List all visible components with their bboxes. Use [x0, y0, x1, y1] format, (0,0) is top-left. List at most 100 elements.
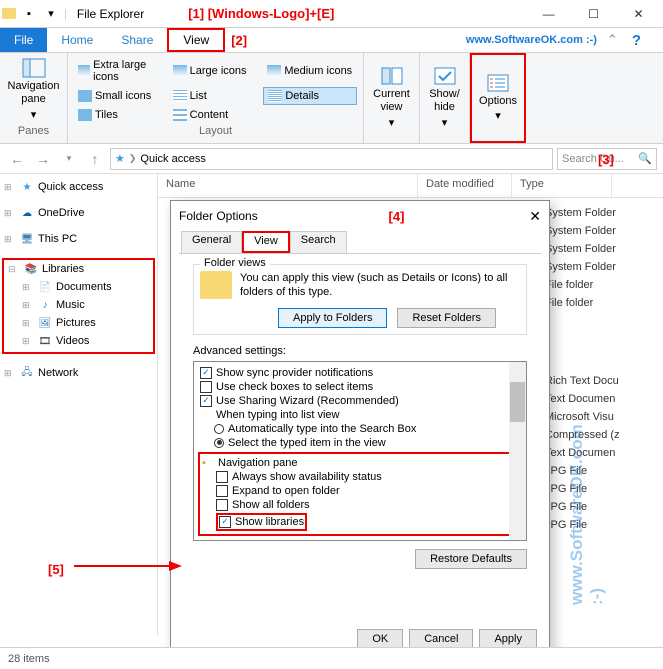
tree-pictures[interactable]: ⊞🖼Pictures — [4, 314, 153, 332]
adv-use-check[interactable]: Use check boxes to select items — [198, 380, 522, 394]
radio-icon[interactable] — [214, 438, 224, 448]
advanced-settings-list[interactable]: Show sync provider notifications Use che… — [193, 361, 527, 541]
column-type[interactable]: Type — [512, 174, 612, 197]
back-button[interactable]: ← — [6, 148, 28, 170]
type-cell: Rich Text Docu — [545, 372, 645, 390]
ok-button[interactable]: OK — [357, 629, 403, 649]
show-hide-button[interactable]: Show/ hide▾ — [426, 57, 463, 139]
scrollbar[interactable] — [509, 362, 526, 540]
folder-options-dialog: Folder Options [4] ✕ General View Search… — [170, 200, 550, 660]
close-button[interactable]: ✕ — [616, 1, 661, 27]
maximize-button[interactable]: ☐ — [571, 1, 616, 27]
checkbox-icon[interactable] — [219, 516, 231, 528]
type-cell: Compressed (z — [545, 426, 645, 444]
help-icon[interactable]: ? — [632, 32, 641, 49]
navigation-pane-button[interactable]: Navigation pane ▾ — [6, 57, 61, 123]
current-view-button[interactable]: Current view▾ — [370, 57, 413, 139]
tab-share[interactable]: Share — [107, 28, 167, 52]
adv-expand-open[interactable]: Expand to open folder — [200, 484, 520, 498]
type-cell: File folder — [545, 276, 645, 294]
layout-group-label: Layout — [74, 123, 357, 139]
adv-show-lib-row[interactable]: Show libraries — [200, 512, 520, 532]
star-icon: ★ — [115, 152, 125, 165]
adv-show-sync[interactable]: Show sync provider notifications — [198, 366, 522, 380]
layout-medium[interactable]: Medium icons — [263, 57, 357, 86]
dialog-tab-search[interactable]: Search — [290, 231, 347, 253]
dropdown-icon: ▾ — [31, 109, 37, 122]
nav-pane-icon — [22, 58, 46, 78]
layout-small[interactable]: Small icons — [74, 87, 168, 106]
annotation-3: [3] — [598, 152, 614, 167]
adv-show-all[interactable]: Show all folders — [200, 498, 520, 512]
current-view-icon — [380, 66, 404, 86]
adv-when-typing: When typing into list view — [198, 408, 522, 422]
window-titlebar: ▪ ▾ | File Explorer [1] [Windows-Logo]+[… — [0, 0, 663, 28]
layout-content[interactable]: Content — [169, 106, 263, 123]
search-icon: 🔍 — [638, 152, 652, 165]
tab-view[interactable]: View — [167, 28, 225, 52]
folder-views-text: You can apply this view (such as Details… — [240, 271, 520, 300]
layout-list[interactable]: List — [169, 87, 263, 106]
adv-use-sharing[interactable]: Use Sharing Wizard (Recommended) — [198, 394, 522, 408]
up-button[interactable]: ↑ — [84, 148, 106, 170]
advanced-settings-label: Advanced settings: — [193, 345, 527, 357]
dialog-tab-view[interactable]: View — [242, 231, 290, 253]
panes-group-label: Panes — [6, 123, 61, 139]
tree-network[interactable]: ⊞🖧Network — [0, 364, 157, 382]
layout-extra-large[interactable]: Extra large icons — [74, 57, 168, 86]
type-cell: JPG File — [545, 498, 645, 516]
item-count: 28 items — [8, 653, 50, 665]
tab-file[interactable]: File — [0, 28, 47, 52]
layout-tiles[interactable]: Tiles — [74, 106, 168, 123]
status-bar: 28 items — [0, 647, 663, 669]
tree-this-pc[interactable]: ⊞🖥This PC — [0, 230, 157, 248]
layout-large[interactable]: Large icons — [169, 57, 263, 86]
folder-icon — [200, 271, 232, 299]
forward-button[interactable]: → — [32, 148, 54, 170]
checkbox-icon[interactable] — [200, 381, 212, 393]
apply-button[interactable]: Apply — [479, 629, 537, 649]
column-name[interactable]: Name — [158, 174, 418, 197]
checkbox-icon[interactable] — [216, 485, 228, 497]
ribbon-tabs: File Home Share View [2] www.SoftwareOK.… — [0, 28, 663, 52]
recent-dropdown[interactable]: ▾ — [58, 148, 80, 170]
ribbon-content: Navigation pane ▾ Panes Extra large icon… — [0, 52, 663, 144]
options-button[interactable]: Options ▾ — [479, 59, 517, 137]
annotation-1: [1] [Windows-Logo]+[E] — [188, 6, 334, 21]
checkbox-icon[interactable] — [216, 471, 228, 483]
dialog-tab-general[interactable]: General — [181, 231, 242, 253]
apply-to-folders-button[interactable]: Apply to Folders — [278, 308, 387, 328]
tree-onedrive[interactable]: ⊞☁OneDrive — [0, 204, 157, 222]
reset-folders-button[interactable]: Reset Folders — [397, 308, 495, 328]
type-cell: Text Documen — [545, 390, 645, 408]
cancel-button[interactable]: Cancel — [409, 629, 473, 649]
checkbox-icon[interactable] — [216, 499, 228, 511]
column-date[interactable]: Date modified — [418, 174, 512, 197]
tab-home[interactable]: Home — [47, 28, 107, 52]
annotation-4: [4] — [389, 209, 405, 224]
tree-music[interactable]: ⊞♪Music — [4, 296, 153, 314]
address-path[interactable]: ★ ❯ Quick access — [110, 148, 553, 170]
restore-defaults-button[interactable]: Restore Defaults — [415, 549, 527, 569]
collapse-ribbon-icon[interactable]: ⌃ — [607, 32, 618, 48]
adv-select-typed[interactable]: Select the typed item in the view — [198, 436, 522, 450]
layout-details[interactable]: Details — [263, 87, 357, 106]
dialog-close-button[interactable]: ✕ — [529, 208, 541, 225]
tree-quick-access[interactable]: ⊞★Quick access — [0, 178, 157, 196]
adv-auto-type[interactable]: Automatically type into the Search Box — [198, 422, 522, 436]
adv-always-avail[interactable]: Always show availability status — [200, 470, 520, 484]
type-cell: JPG File — [545, 516, 645, 534]
qat-icon[interactable]: ▪ — [20, 5, 38, 23]
scrollbar-thumb[interactable] — [510, 382, 525, 422]
checkbox-icon[interactable] — [200, 367, 212, 379]
type-cell: Microsoft Visu — [545, 408, 645, 426]
type-cell: JPG File — [545, 480, 645, 498]
qat-dropdown-icon[interactable]: ▾ — [42, 5, 60, 23]
minimize-button[interactable]: — — [526, 1, 571, 27]
tree-documents[interactable]: ⊞📄Documents — [4, 278, 153, 296]
tree-libraries[interactable]: ⊟📚Libraries — [4, 260, 153, 278]
checkbox-icon[interactable] — [200, 395, 212, 407]
radio-icon[interactable] — [214, 424, 224, 434]
address-bar: ← → ▾ ↑ ★ ❯ Quick access Search Qu... 🔍 — [0, 144, 663, 174]
tree-videos[interactable]: ⊞🎞Videos — [4, 332, 153, 350]
